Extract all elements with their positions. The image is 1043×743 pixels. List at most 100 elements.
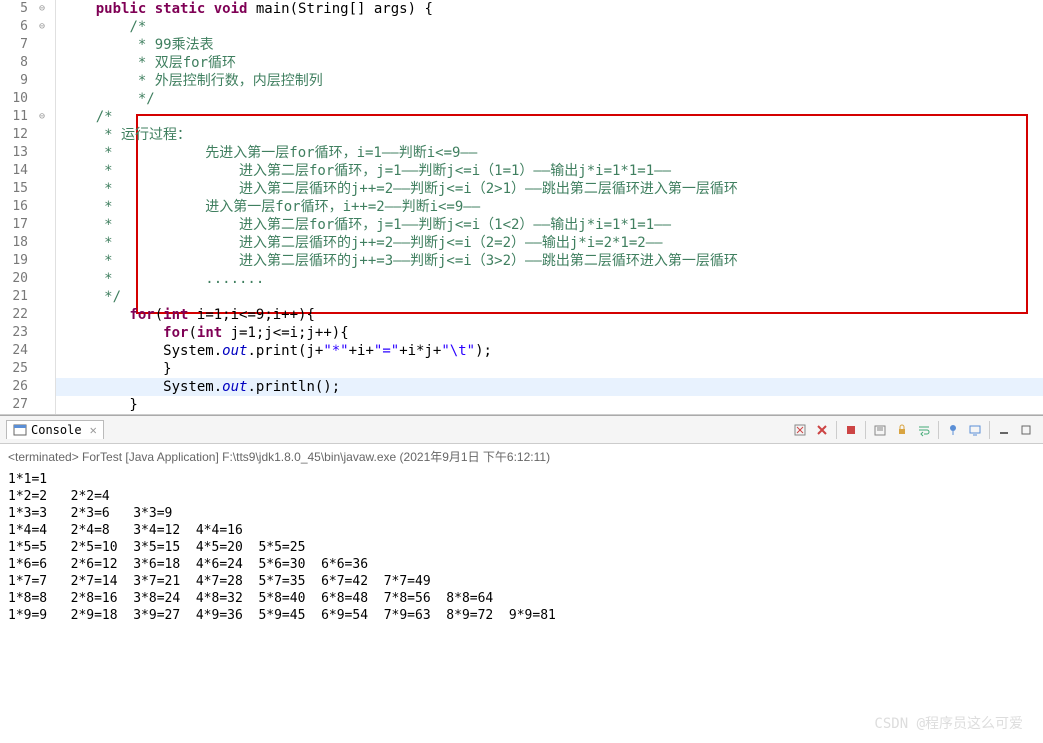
code-line[interactable]: */: [56, 288, 1043, 306]
min-icon[interactable]: [994, 420, 1014, 440]
display-icon[interactable]: [965, 420, 985, 440]
fold-marker[interactable]: [30, 324, 54, 342]
fold-marker[interactable]: [30, 198, 54, 216]
gutter-line: 9: [0, 72, 55, 90]
code-line[interactable]: }: [56, 396, 1043, 414]
line-number: 11: [0, 108, 30, 126]
line-number: 17: [0, 216, 30, 234]
code-editor: 5⊖6⊖7891011⊖1213141516171819202122232425…: [0, 0, 1043, 415]
code-line[interactable]: }: [56, 360, 1043, 378]
fold-marker[interactable]: [30, 162, 54, 180]
console-icon: [13, 423, 27, 437]
console-status: <terminated> ForTest [Java Application] …: [0, 444, 1043, 469]
fold-marker[interactable]: [30, 90, 54, 108]
code-line[interactable]: * 进入第二层循环的j++=3——判断j<=i（3>2）——跳出第二层循环进入第…: [56, 252, 1043, 270]
code-line[interactable]: * 进入第二层for循环，j=1——判断j<=i（1<2）——输出j*i=1*1…: [56, 216, 1043, 234]
close-icon[interactable]: ✕: [90, 423, 97, 437]
fold-marker[interactable]: ⊖: [30, 108, 54, 126]
fold-marker[interactable]: [30, 342, 54, 360]
gutter-line: 14: [0, 162, 55, 180]
line-number: 23: [0, 324, 30, 342]
code-line[interactable]: public static void main(String[] args) {: [56, 0, 1043, 18]
fold-marker[interactable]: [30, 252, 54, 270]
code-line[interactable]: * 先进入第一层for循环，i=1——判断i<=9——: [56, 144, 1043, 162]
code-line[interactable]: */: [56, 90, 1043, 108]
remove-all-icon[interactable]: [812, 420, 832, 440]
line-number: 19: [0, 252, 30, 270]
code-line[interactable]: * 进入第一层for循环，i++=2——判断i<=9——: [56, 198, 1043, 216]
code-line[interactable]: /*: [56, 18, 1043, 36]
line-number: 26: [0, 378, 30, 396]
gutter-line: 24: [0, 342, 55, 360]
fold-marker[interactable]: [30, 216, 54, 234]
word-wrap-icon[interactable]: [914, 420, 934, 440]
code-line[interactable]: System.out.println();: [56, 378, 1043, 396]
fold-marker[interactable]: [30, 72, 54, 90]
toolbar-separator: [938, 421, 939, 439]
code-line[interactable]: * 外层控制行数，内层控制列: [56, 72, 1043, 90]
fold-marker[interactable]: [30, 126, 54, 144]
gutter-line: 7: [0, 36, 55, 54]
code-line[interactable]: * 运行过程：: [56, 126, 1043, 144]
console-tab-label: Console: [31, 423, 82, 437]
line-number: 5: [0, 0, 30, 18]
fold-marker[interactable]: [30, 54, 54, 72]
line-number: 9: [0, 72, 30, 90]
gutter-line: 12: [0, 126, 55, 144]
max-icon[interactable]: [1016, 420, 1036, 440]
code-area[interactable]: public static void main(String[] args) {…: [56, 0, 1043, 414]
gutter-line: 26: [0, 378, 55, 396]
fold-marker[interactable]: [30, 234, 54, 252]
gutter: 5⊖6⊖7891011⊖1213141516171819202122232425…: [0, 0, 56, 414]
fold-marker[interactable]: [30, 306, 54, 324]
gutter-line: 19: [0, 252, 55, 270]
code-line[interactable]: * 99乘法表: [56, 36, 1043, 54]
code-line[interactable]: * 进入第二层循环的j++=2——判断j<=i（2>1）——跳出第二层循环进入第…: [56, 180, 1043, 198]
gutter-line: 8: [0, 54, 55, 72]
scroll-lock-icon[interactable]: [892, 420, 912, 440]
pin-icon[interactable]: [943, 420, 963, 440]
line-number: 24: [0, 342, 30, 360]
code-line[interactable]: * .......: [56, 270, 1043, 288]
code-line[interactable]: for(int i=1;i<=9;i++){: [56, 306, 1043, 324]
fold-marker[interactable]: ⊖: [30, 0, 54, 18]
fold-marker[interactable]: [30, 288, 54, 306]
line-number: 27: [0, 396, 30, 414]
code-line[interactable]: * 双层for循环: [56, 54, 1043, 72]
line-number: 25: [0, 360, 30, 378]
line-number: 8: [0, 54, 30, 72]
fold-marker[interactable]: ⊖: [30, 18, 54, 36]
line-number: 7: [0, 36, 30, 54]
line-number: 18: [0, 234, 30, 252]
console-tab[interactable]: Console ✕: [6, 420, 104, 439]
code-line[interactable]: /*: [56, 108, 1043, 126]
gutter-line: 18: [0, 234, 55, 252]
code-line[interactable]: * 进入第二层for循环，j=1——判断j<=i（1=1）——输出j*i=1*1…: [56, 162, 1043, 180]
line-number: 12: [0, 126, 30, 144]
gutter-line: 20: [0, 270, 55, 288]
line-number: 10: [0, 90, 30, 108]
clear-icon[interactable]: [870, 420, 890, 440]
gutter-line: 15: [0, 180, 55, 198]
code-line[interactable]: * 进入第二层循环的j++=2——判断j<=i（2=2）——输出j*i=2*1=…: [56, 234, 1043, 252]
fold-marker[interactable]: [30, 360, 54, 378]
gutter-line: 11⊖: [0, 108, 55, 126]
console-output[interactable]: 1*1=1 1*2=2 2*2=4 1*3=3 2*3=6 3*3=9 1*4=…: [0, 469, 1043, 626]
line-number: 13: [0, 144, 30, 162]
code-line[interactable]: System.out.print(j+"*"+i+"="+i*j+"\t");: [56, 342, 1043, 360]
fold-marker[interactable]: [30, 270, 54, 288]
fold-marker[interactable]: [30, 396, 54, 414]
remove-launch-icon[interactable]: [790, 420, 810, 440]
fold-marker[interactable]: [30, 144, 54, 162]
gutter-line: 22: [0, 306, 55, 324]
line-number: 6: [0, 18, 30, 36]
gutter-line: 16: [0, 198, 55, 216]
fold-marker[interactable]: [30, 180, 54, 198]
gutter-line: 21: [0, 288, 55, 306]
gutter-line: 23: [0, 324, 55, 342]
terminate-icon[interactable]: [841, 420, 861, 440]
fold-marker[interactable]: [30, 36, 54, 54]
code-line[interactable]: for(int j=1;j<=i;j++){: [56, 324, 1043, 342]
fold-marker[interactable]: [30, 378, 54, 396]
gutter-line: 5⊖: [0, 0, 55, 18]
